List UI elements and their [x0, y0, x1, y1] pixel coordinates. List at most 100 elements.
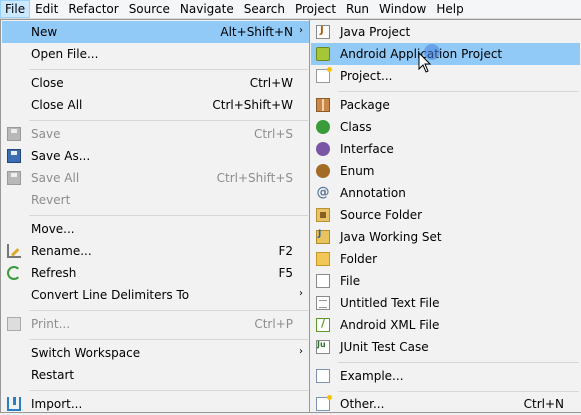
menu-item-import[interactable]: Import... — [2, 393, 309, 415]
menu-item-file[interactable]: File — [311, 270, 580, 292]
other-wizard-icon — [316, 395, 332, 411]
menu-item-android-xml-file[interactable]: Android XML File — [311, 314, 580, 336]
menu-item-label: Print... — [31, 317, 71, 331]
menu-item-move[interactable]: Move... — [2, 218, 309, 240]
menu-item-source-folder[interactable]: Source Folder — [311, 204, 580, 226]
menu-item-label: Switch Workspace — [31, 346, 141, 360]
menu-item-class[interactable]: Class — [311, 116, 580, 138]
menu-project[interactable]: Project — [290, 0, 341, 18]
menu-item-label: Close — [31, 76, 64, 90]
menu-edit[interactable]: Edit — [30, 0, 63, 18]
menu-item-enum[interactable]: Enum — [311, 160, 580, 182]
menu-item-label: Source Folder — [340, 208, 423, 222]
package-icon — [316, 98, 330, 112]
menu-item-save[interactable]: Save Ctrl+S — [2, 123, 309, 145]
menu-source[interactable]: Source — [124, 0, 175, 18]
menu-item-new[interactable]: New Alt+Shift+N › — [2, 21, 309, 43]
menu-item-project[interactable]: Project... — [311, 65, 580, 87]
menu-item-label: Untitled Text File — [340, 296, 440, 310]
submenu-arrow-icon: › — [299, 288, 303, 299]
menu-item-label: Other... — [340, 397, 385, 411]
menu-help[interactable]: Help — [431, 0, 468, 18]
menu-item-switch-workspace[interactable]: Switch Workspace › — [2, 342, 309, 364]
menu-item-other[interactable]: Other... Ctrl+N — [311, 393, 580, 415]
menu-item-accelerator: Ctrl+S — [253, 127, 293, 141]
menu-item-accelerator: Ctrl+Shift+S — [216, 171, 293, 185]
menu-item-java-working-set[interactable]: Java Working Set — [311, 226, 580, 248]
text-file-icon — [316, 296, 330, 310]
menu-item-label: Move... — [31, 222, 75, 236]
menu-item-accelerator: F2 — [278, 244, 293, 258]
menu-item-example[interactable]: Example... — [311, 365, 580, 387]
import-icon — [7, 397, 21, 411]
menu-item-convert-line-delimiters[interactable]: Convert Line Delimiters To › — [2, 284, 309, 306]
menu-item-label: Android Application Project — [340, 47, 503, 61]
enum-icon — [316, 164, 330, 178]
menu-navigate[interactable]: Navigate — [175, 0, 239, 18]
menu-item-close[interactable]: Close Ctrl+W — [2, 72, 309, 94]
menu-separator — [338, 91, 579, 92]
menu-item-java-project[interactable]: Java Project — [311, 21, 580, 43]
class-icon — [316, 120, 330, 134]
menu-item-label: Java Working Set — [340, 230, 442, 244]
rename-icon — [7, 244, 21, 258]
menu-item-accelerator: Ctrl+P — [254, 317, 293, 331]
menu-item-close-all[interactable]: Close All Ctrl+Shift+W — [2, 94, 309, 116]
menu-item-restart[interactable]: Restart — [2, 364, 309, 386]
menu-item-label: Example... — [340, 369, 404, 383]
menu-item-label: Restart — [31, 368, 75, 382]
menu-item-accelerator: F5 — [278, 266, 293, 280]
menu-item-rename[interactable]: Rename... F2 — [2, 240, 309, 262]
menu-separator — [29, 120, 308, 121]
menu-run[interactable]: Run — [341, 0, 374, 18]
menu-item-save-as[interactable]: Save As... — [2, 145, 309, 167]
save-all-icon — [7, 171, 21, 185]
menu-search[interactable]: Search — [239, 0, 290, 18]
example-icon — [316, 369, 330, 383]
menu-item-label: Revert — [31, 193, 71, 207]
menu-item-label: Open File... — [31, 47, 99, 61]
menu-item-label: Android XML File — [340, 318, 440, 332]
menu-item-android-application-project[interactable]: Android Application Project — [311, 43, 580, 65]
menu-separator — [29, 310, 308, 311]
menu-item-label: Java Project — [340, 25, 411, 39]
menu-item-print[interactable]: Print... Ctrl+P — [2, 313, 309, 335]
menu-item-label: Save — [31, 127, 61, 141]
menu-item-folder[interactable]: Folder — [311, 248, 580, 270]
menu-item-label: Project... — [340, 69, 393, 83]
save-as-icon — [7, 149, 21, 163]
menu-item-package[interactable]: Package — [311, 94, 580, 116]
xml-file-icon — [316, 317, 330, 332]
menu-item-revert[interactable]: Revert — [2, 189, 309, 211]
menu-separator — [29, 339, 308, 340]
submenu-arrow-icon: › — [299, 346, 303, 357]
menu-item-label: Folder — [340, 252, 378, 266]
menu-window[interactable]: Window — [374, 0, 431, 18]
menu-item-save-all[interactable]: Save All Ctrl+Shift+S — [2, 167, 309, 189]
menu-item-annotation[interactable]: @ Annotation — [311, 182, 580, 204]
menu-item-accelerator: Ctrl+N — [523, 397, 564, 411]
source-folder-icon — [316, 208, 330, 222]
menu-separator — [29, 390, 308, 391]
annotation-icon: @ — [316, 185, 330, 200]
menu-item-refresh[interactable]: Refresh F5 — [2, 262, 309, 284]
menu-item-interface[interactable]: Interface — [311, 138, 580, 160]
menu-item-label: Rename... — [31, 244, 92, 258]
submenu-arrow-icon: › — [299, 25, 303, 36]
menu-separator — [29, 69, 308, 70]
file-menu: New Alt+Shift+N › Open File... Close Ctr… — [0, 19, 310, 413]
menu-item-label: Save As... — [31, 149, 91, 163]
new-project-icon — [316, 67, 332, 83]
menu-refactor[interactable]: Refactor — [63, 0, 123, 18]
menu-item-junit-test-case[interactable]: JUnit Test Case — [311, 336, 580, 358]
menu-item-label: Class — [340, 120, 372, 134]
menu-item-open-file[interactable]: Open File... — [2, 43, 309, 65]
interface-icon — [316, 142, 330, 156]
menu-file[interactable]: File — [0, 0, 31, 18]
java-working-set-icon — [316, 229, 330, 244]
menu-item-label: Convert Line Delimiters To — [31, 288, 190, 302]
menu-item-untitled-text-file[interactable]: Untitled Text File — [311, 292, 580, 314]
menu-item-label: Save All — [31, 171, 80, 185]
menu-bar: File Edit Refactor Source Navigate Searc… — [0, 0, 581, 19]
refresh-icon — [7, 266, 21, 280]
